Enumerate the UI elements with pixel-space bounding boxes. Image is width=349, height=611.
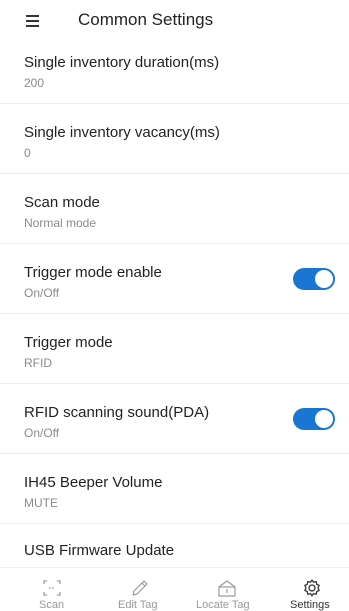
setting-trigger-mode-enable[interactable]: Trigger mode enable On/Off (0, 244, 349, 314)
nav-item-settings[interactable]: Settings (286, 568, 338, 611)
setting-label: Trigger mode (24, 334, 113, 351)
setting-label: Single inventory duration(ms) (24, 54, 220, 71)
setting-value: 0 (24, 146, 31, 160)
page-title: Common Settings (78, 10, 214, 29)
nav-label: Settings (290, 599, 330, 611)
nav-item-scan[interactable]: Scan (30, 568, 76, 611)
rfid-scanning-sound-toggle[interactable] (293, 408, 335, 430)
pencil-icon (132, 580, 148, 596)
settings-list: Single inventory duration(ms) 200 Single… (0, 44, 349, 567)
nav-label: Scan (39, 599, 65, 611)
toggle-knob (315, 410, 333, 428)
setting-trigger-mode[interactable]: Trigger mode RFID (0, 314, 349, 384)
gear-icon (304, 579, 320, 597)
setting-single-inventory-vacancy[interactable]: Single inventory vacancy(ms) 0 (0, 104, 349, 174)
setting-label: Trigger mode enable (24, 264, 162, 281)
nav-item-edit-tag[interactable]: Edit Tag (112, 568, 170, 611)
scan-icon (43, 580, 61, 596)
locate-tag-icon (218, 580, 236, 597)
nav-label: Edit Tag (118, 599, 158, 611)
setting-label: IH45 Beeper Volume (24, 474, 163, 491)
app-bar: Common Settings (0, 0, 349, 44)
setting-label: Single inventory vacancy(ms) (24, 124, 220, 141)
setting-scan-mode[interactable]: Scan mode Normal mode (0, 174, 349, 244)
setting-value: MUTE (24, 496, 58, 510)
setting-single-inventory-duration[interactable]: Single inventory duration(ms) 200 (0, 44, 349, 104)
hamburger-menu-icon[interactable] (24, 12, 44, 32)
setting-value: RFID (24, 356, 52, 370)
toggle-knob (315, 270, 333, 288)
setting-label: Scan mode (24, 194, 100, 211)
trigger-mode-enable-toggle[interactable] (293, 268, 335, 290)
setting-value: 200 (24, 76, 45, 90)
setting-label: RFID scanning sound(PDA) (24, 404, 210, 421)
setting-value: On/Off (24, 426, 60, 440)
setting-beeper-volume[interactable]: IH45 Beeper Volume MUTE (0, 454, 349, 524)
setting-rfid-scanning-sound[interactable]: RFID scanning sound(PDA) On/Off (0, 384, 349, 454)
nav-item-locate-tag[interactable]: Locate Tag (192, 568, 262, 611)
setting-value: Normal mode (24, 216, 97, 230)
bottom-navigation: Scan Edit Tag Locate Tag Settings (0, 567, 349, 611)
setting-value: On/Off (24, 286, 60, 300)
setting-label: USB Firmware Update (24, 542, 175, 559)
setting-usb-firmware-update[interactable]: USB Firmware Update (0, 524, 349, 567)
nav-label: Locate Tag (196, 599, 250, 611)
